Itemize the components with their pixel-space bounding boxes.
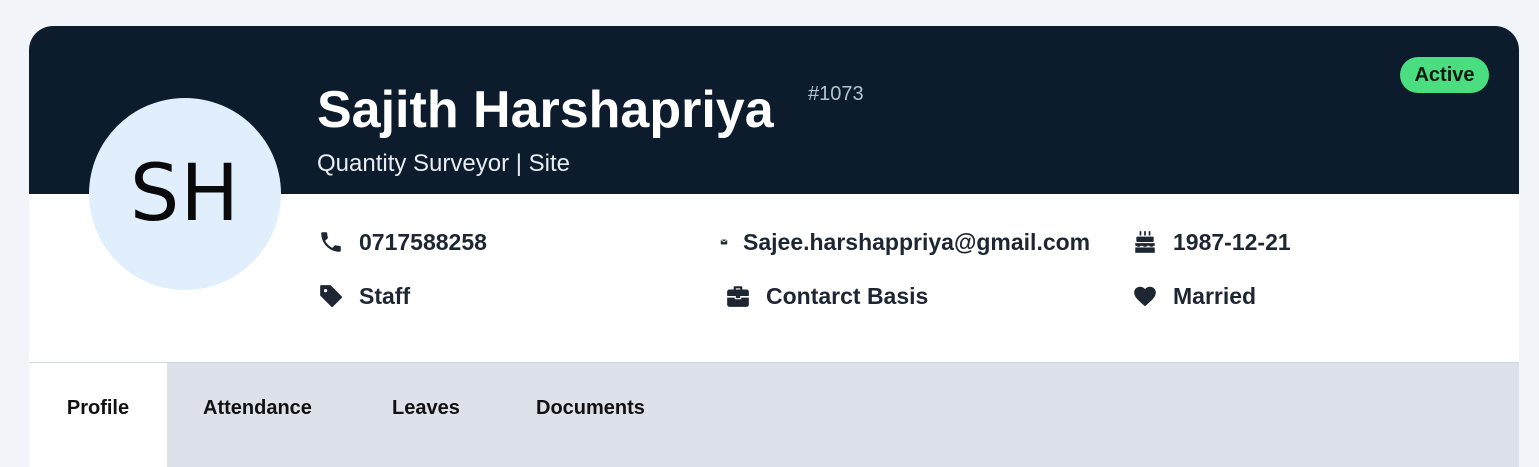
- contract-type: Contarct Basis: [766, 282, 929, 309]
- briefcase-icon: [724, 282, 752, 310]
- avatar: SH: [89, 98, 281, 290]
- envelope-icon: [719, 228, 729, 256]
- contract-info: Contarct Basis: [724, 280, 928, 312]
- employee-name: Sajith Harshapriya: [317, 81, 774, 139]
- tab-documents[interactable]: Documents: [536, 363, 645, 453]
- employee-id: #1073: [808, 83, 864, 105]
- email-info: Sajee.harshappriya@gmail.com: [719, 226, 1090, 258]
- tab-profile[interactable]: Profile: [29, 363, 167, 467]
- birthday-info: 1987-12-21: [1131, 226, 1291, 258]
- phone-info: 0717588258: [317, 226, 487, 258]
- birth-date: 1987-12-21: [1173, 228, 1291, 255]
- phone-number: 0717588258: [359, 228, 487, 255]
- heart-icon: [1131, 282, 1159, 310]
- marital-status: Married: [1173, 282, 1257, 309]
- birthday-cake-icon: [1131, 228, 1159, 256]
- employee-role: Quantity Surveyor | Site: [317, 150, 571, 177]
- tag-icon: [317, 282, 345, 310]
- status-badge: Active: [1400, 57, 1489, 93]
- tab-leaves[interactable]: Leaves: [392, 363, 460, 453]
- marital-info: Married: [1131, 280, 1256, 312]
- phone-icon: [317, 228, 345, 256]
- employee-profile-card: Sajith Harshapriya #1073 Quantity Survey…: [29, 26, 1519, 467]
- employee-category: Staff: [359, 282, 411, 309]
- tab-attendance[interactable]: Attendance: [203, 363, 312, 453]
- email-address: Sajee.harshappriya@gmail.com: [743, 228, 1091, 255]
- profile-tabs: Profile Attendance Leaves Documents: [29, 362, 1519, 467]
- category-info: Staff: [317, 280, 410, 312]
